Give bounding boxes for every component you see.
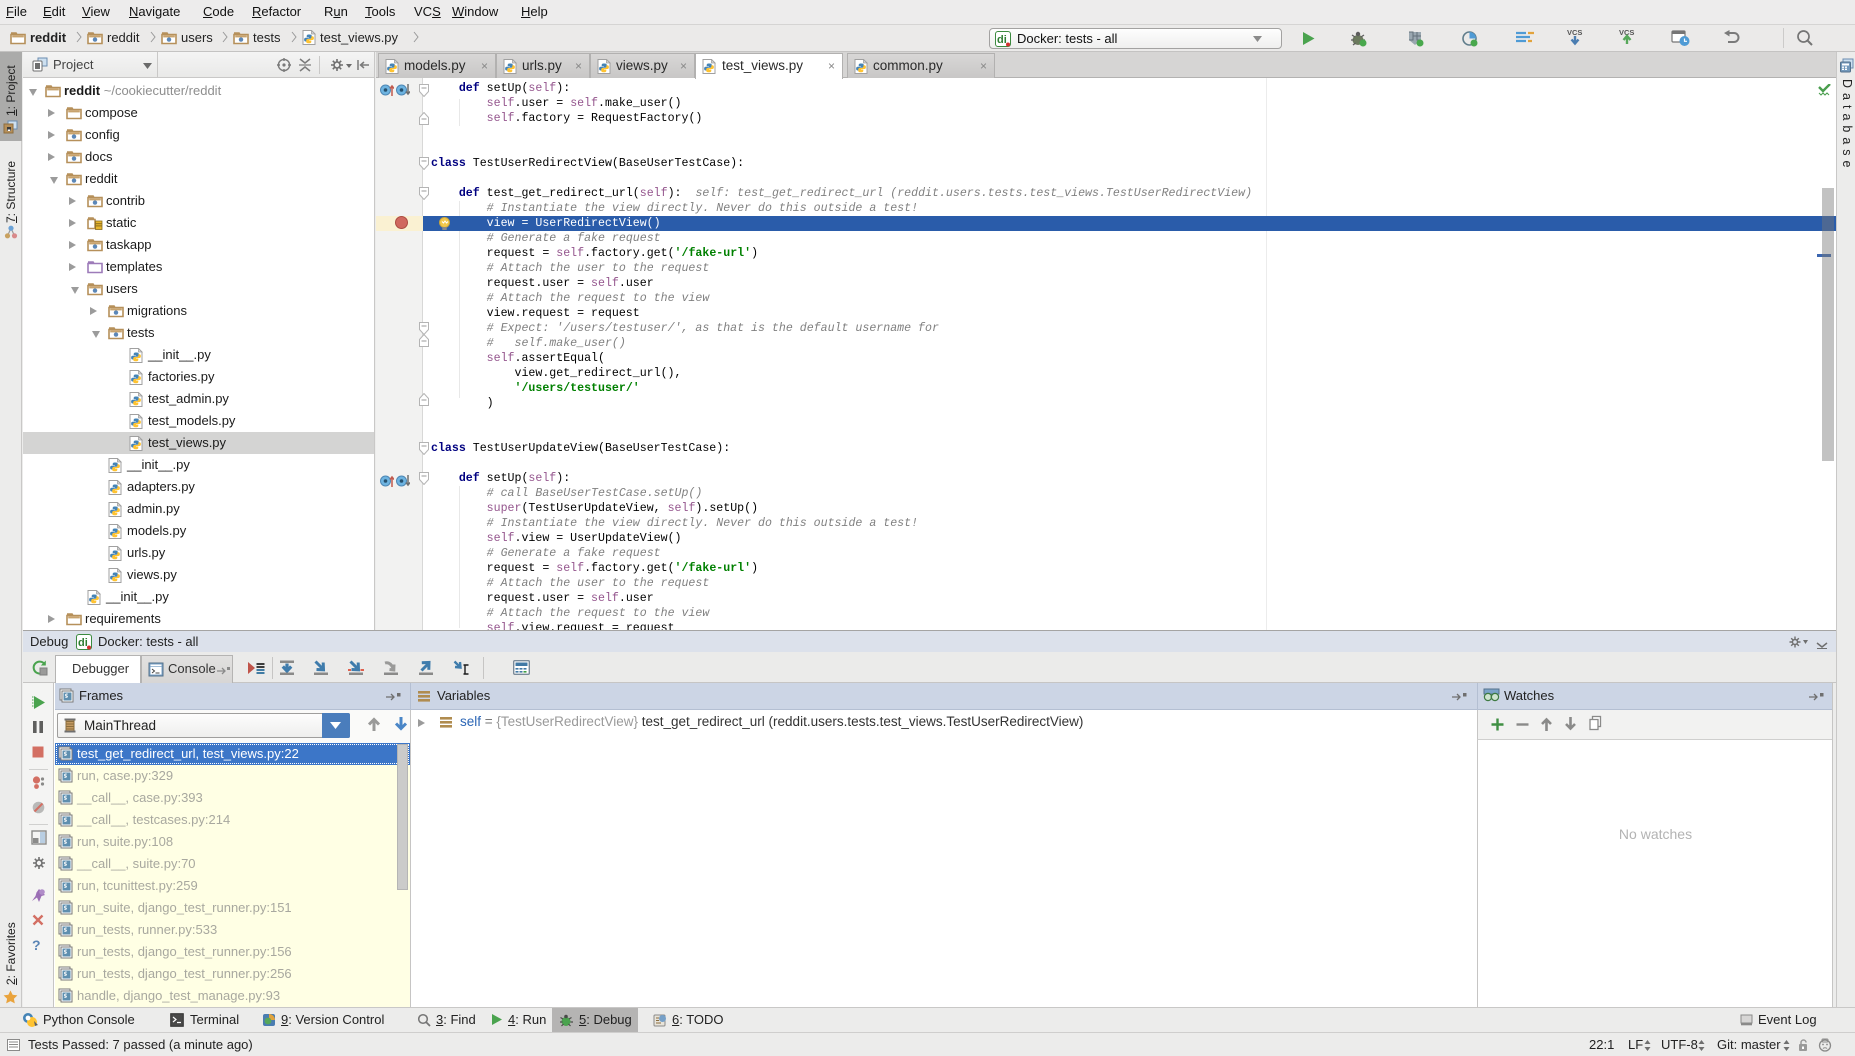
svg-text:VCS: VCS <box>1567 28 1582 37</box>
